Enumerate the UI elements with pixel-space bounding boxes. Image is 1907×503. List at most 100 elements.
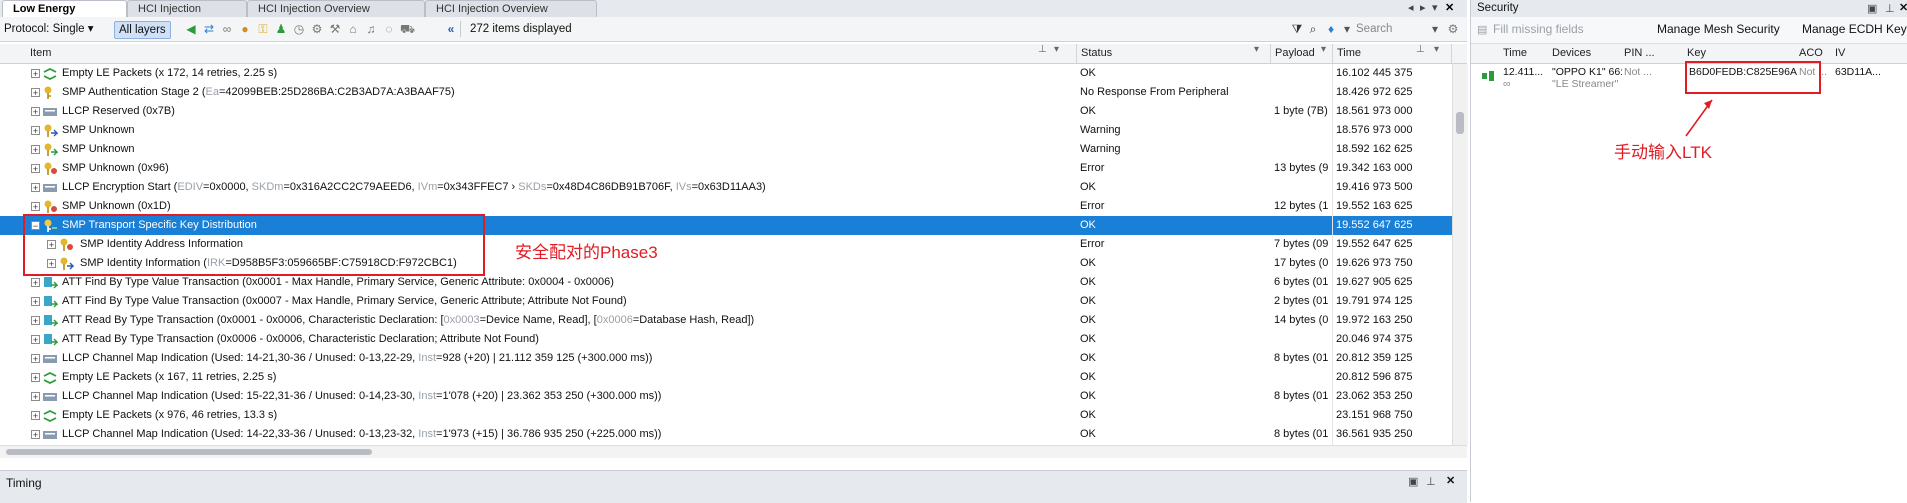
arrow-left-icon[interactable]: ◀ bbox=[184, 22, 198, 36]
expand-icon[interactable]: + bbox=[31, 316, 40, 326]
manage-mesh-security-button[interactable]: Manage Mesh Security bbox=[1657, 22, 1780, 36]
security-title: Security bbox=[1477, 2, 1519, 14]
close-icon[interactable]: ✕ bbox=[1899, 1, 1907, 14]
chevron-down-icon[interactable]: ▾ bbox=[1321, 44, 1326, 55]
fill-missing-icon[interactable]: ▤ bbox=[1477, 23, 1487, 36]
chevron-down-icon[interactable]: ▾ bbox=[1340, 22, 1354, 36]
chevron-down-icon[interactable]: ▾ bbox=[1054, 44, 1059, 55]
status-text: OK bbox=[1080, 219, 1096, 231]
list-item[interactable]: + ATT Read By Type Transaction (0x0001 -… bbox=[0, 311, 1452, 330]
list-item[interactable]: + LLCP Reserved (0x7B) OK 1 byte (7B) 18… bbox=[0, 102, 1452, 121]
expand-icon[interactable]: + bbox=[31, 354, 40, 364]
settings-icon[interactable]: ⚙ bbox=[310, 22, 324, 36]
restore-icon[interactable]: ▣ bbox=[1408, 475, 1418, 488]
close-icon[interactable]: ✕ bbox=[1445, 1, 1454, 14]
item-text: SMP Unknown bbox=[62, 143, 135, 155]
expand-icon[interactable]: + bbox=[31, 278, 40, 288]
circle-icon[interactable]: ◌ bbox=[382, 22, 396, 36]
status-text: Error bbox=[1080, 162, 1105, 174]
expand-icon[interactable]: + bbox=[31, 126, 40, 136]
item-text: SMP Unknown bbox=[62, 124, 135, 136]
pin-icon[interactable]: ⊥ bbox=[1885, 2, 1895, 15]
scrollbar-thumb[interactable] bbox=[6, 449, 372, 455]
column-header-devices[interactable]: Devices bbox=[1552, 44, 1591, 63]
expand-icon[interactable]: + bbox=[31, 107, 40, 117]
list-item[interactable]: + ATT Read By Type Transaction (0x0006 -… bbox=[0, 330, 1452, 349]
person-icon[interactable]: ♟ bbox=[274, 22, 288, 36]
list-item[interactable]: + SMP Unknown (0x96) Error 13 bytes (9 1… bbox=[0, 159, 1452, 178]
list-item[interactable]: + SMP Unknown Warning 18.592 162 625 bbox=[0, 140, 1452, 159]
list-item[interactable]: + Empty LE Packets (x 172, 14 retries, 2… bbox=[0, 64, 1452, 83]
search-icon[interactable]: ⌕ bbox=[1306, 22, 1320, 36]
pin-icon[interactable]: ⊥ bbox=[1038, 44, 1047, 55]
fill-missing-fields-button[interactable]: Fill missing fields bbox=[1493, 22, 1584, 36]
list-item[interactable]: + LLCP Encryption Start (EDIV=0x0000, SK… bbox=[0, 178, 1452, 197]
tab-hci-injection-overview[interactable]: HCI Injection Overview bbox=[127, 0, 247, 31]
column-header-iv[interactable]: IV bbox=[1835, 44, 1845, 63]
double-chevron-left-icon[interactable]: « bbox=[444, 22, 458, 36]
expand-icon[interactable]: + bbox=[31, 411, 40, 421]
options-icon[interactable]: ⚙ bbox=[1446, 22, 1460, 36]
column-header-pin[interactable]: PIN ... bbox=[1624, 44, 1655, 63]
chevron-down-icon[interactable]: ▾ bbox=[1434, 44, 1439, 55]
tools-icon[interactable]: ⚒ bbox=[328, 22, 342, 36]
car-icon[interactable]: ⛟ bbox=[400, 22, 415, 36]
all-layers-button[interactable]: All layers bbox=[114, 21, 171, 39]
vertical-scrollbar[interactable] bbox=[1452, 64, 1468, 445]
tab-hci-injection-tertiary[interactable]: HCI Injection Overview (Tertiary) bbox=[425, 0, 597, 31]
music-icon[interactable]: ♫ bbox=[364, 22, 378, 36]
key-icon[interactable]: ⚿ bbox=[256, 22, 270, 36]
expand-icon[interactable]: + bbox=[31, 430, 40, 440]
payload-text: 2 bytes (01 bbox=[1274, 295, 1329, 307]
expand-icon[interactable]: + bbox=[31, 373, 40, 383]
att-icon bbox=[44, 334, 58, 346]
column-header-row: Item ⊥ ▾ Status ▾ Payload ▾ Time ⊥ ▾ bbox=[0, 44, 1467, 64]
expand-icon[interactable]: + bbox=[31, 88, 40, 98]
expand-icon[interactable]: + bbox=[31, 202, 40, 212]
list-item[interactable]: + LLCP Channel Map Indication (Used: 14-… bbox=[0, 425, 1452, 444]
expand-icon[interactable]: + bbox=[31, 164, 40, 174]
search-dropdown-icon[interactable]: ▾ bbox=[1428, 22, 1442, 36]
clock-icon[interactable]: ◷ bbox=[292, 22, 306, 36]
list-item[interactable]: + SMP Authentication Stage 2 (Ea=42099BE… bbox=[0, 83, 1452, 102]
expand-icon[interactable]: + bbox=[31, 392, 40, 402]
protocol-dropdown[interactable]: Protocol: Single ▾ bbox=[4, 21, 94, 37]
pin-icon[interactable]: ⊥ bbox=[1416, 44, 1425, 55]
link-icon[interactable]: ∞ bbox=[220, 22, 234, 36]
list-item[interactable]: + LLCP Channel Map Indication (Used: 14-… bbox=[0, 349, 1452, 368]
column-header-time[interactable]: Time bbox=[1503, 44, 1527, 63]
list-item[interactable]: + LLCP Channel Map Indication (Used: 15-… bbox=[0, 387, 1452, 406]
tab-list-icon[interactable]: ▾ bbox=[1432, 1, 1438, 14]
horizontal-scrollbar[interactable] bbox=[0, 445, 1467, 458]
search-input[interactable]: Search bbox=[1356, 21, 1392, 37]
chevron-down-icon[interactable]: ▾ bbox=[1254, 44, 1259, 55]
tab-low-energy-overview[interactable]: Low Energy Overview bbox=[2, 0, 127, 31]
payload-text: 1 byte (7B) bbox=[1274, 105, 1328, 117]
column-header-status[interactable]: Status bbox=[1077, 44, 1271, 63]
highlight-icon[interactable]: ♦ bbox=[1324, 22, 1338, 36]
expand-icon[interactable]: + bbox=[31, 183, 40, 193]
list-item[interactable]: + SMP Unknown Warning 18.576 973 000 bbox=[0, 121, 1452, 140]
tab-scroll-right-icon[interactable]: ▸ bbox=[1420, 1, 1426, 14]
tab-scroll-left-icon[interactable]: ◂ bbox=[1408, 1, 1414, 14]
device-icon[interactable]: ● bbox=[238, 22, 252, 36]
scrollbar-thumb[interactable] bbox=[1456, 112, 1464, 134]
column-header-item[interactable]: Item bbox=[26, 44, 1077, 63]
item-text: LLCP Encryption Start (EDIV=0x0000, SKDm… bbox=[62, 181, 766, 193]
expand-icon[interactable]: + bbox=[31, 145, 40, 155]
filter-icon[interactable]: ⧩ bbox=[1290, 22, 1304, 36]
restore-icon[interactable]: ▣ bbox=[1867, 2, 1877, 15]
list-item[interactable]: + Empty LE Packets (x 167, 11 retries, 2… bbox=[0, 368, 1452, 387]
tab-hci-injection-secondary[interactable]: HCI Injection Overview (Secondary) bbox=[247, 0, 425, 31]
tag-icon[interactable]: ⌂ bbox=[346, 22, 360, 36]
pin-icon[interactable]: ⊥ bbox=[1426, 475, 1436, 488]
swap-icon[interactable]: ⇄ bbox=[202, 22, 216, 36]
item-text: ATT Find By Type Value Transaction (0x00… bbox=[62, 295, 627, 307]
list-item[interactable]: + Empty LE Packets (x 976, 46 retries, 1… bbox=[0, 406, 1452, 425]
close-icon[interactable]: ✕ bbox=[1446, 474, 1455, 487]
manage-ecdh-key-button[interactable]: Manage ECDH Key bbox=[1802, 22, 1907, 36]
expand-icon[interactable]: + bbox=[31, 297, 40, 307]
expand-icon[interactable]: + bbox=[31, 335, 40, 345]
expand-icon[interactable]: + bbox=[31, 69, 40, 79]
list-item[interactable]: + ATT Find By Type Value Transaction (0x… bbox=[0, 292, 1452, 311]
